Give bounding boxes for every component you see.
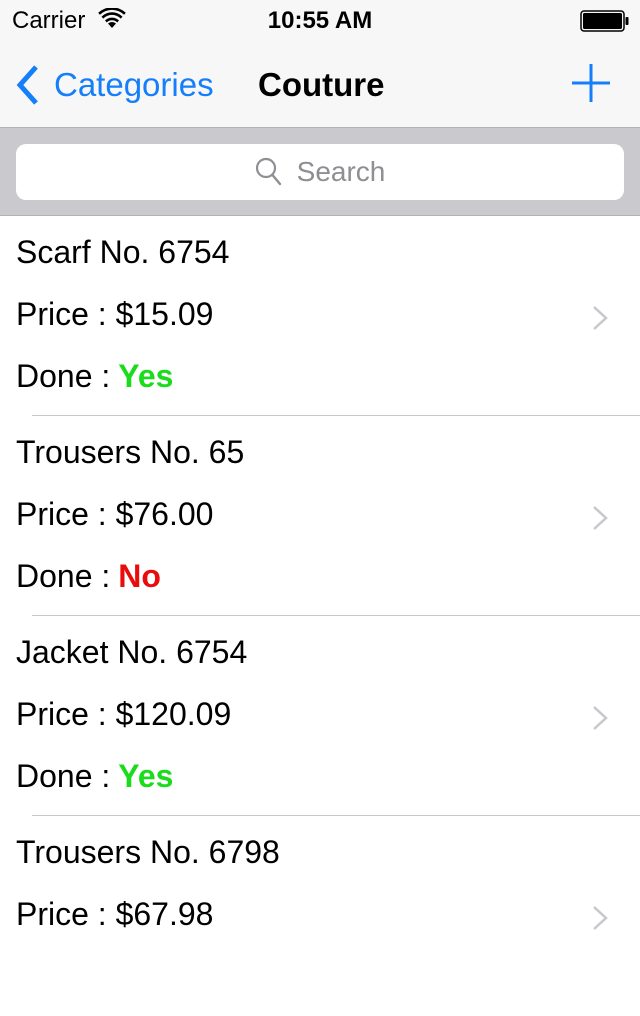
item-done: Done : No (16, 558, 161, 595)
item-list: Scarf No. 6754 Price : $15.09 Done : Yes … (0, 216, 640, 1016)
list-item[interactable]: Trousers No. 6798 Price : $67.98 (0, 816, 640, 1016)
done-label: Done : (16, 558, 111, 594)
navigation-bar: Categories Couture (0, 40, 640, 128)
done-status-badge: Yes (118, 758, 174, 794)
item-title: Scarf No. 6754 (16, 234, 230, 270)
done-status-badge: No (118, 558, 161, 594)
item-price: Price : $15.09 (16, 296, 214, 332)
plus-icon[interactable] (570, 62, 612, 104)
search-icon (255, 157, 281, 186)
search-bar: Search (0, 128, 640, 216)
chevron-right-icon (593, 706, 608, 730)
back-button-label: Categories (54, 66, 214, 103)
search-placeholder: Search (296, 156, 386, 187)
chevron-left-icon (16, 65, 38, 105)
item-price: Price : $67.98 (16, 896, 214, 932)
item-done: Done : Yes (16, 358, 173, 395)
back-button[interactable]: Categories (14, 62, 214, 108)
item-title: Trousers No. 6798 (16, 834, 280, 870)
list-item[interactable]: Jacket No. 6754 Price : $120.09 Done : Ye… (0, 616, 640, 816)
item-price: Price : $76.00 (16, 496, 214, 532)
chevron-right-icon (593, 506, 608, 530)
page-title: Couture (258, 66, 385, 103)
item-done: Done : Yes (16, 758, 173, 795)
done-label: Done : (16, 358, 111, 394)
done-status-badge: Yes (118, 358, 174, 394)
list-item[interactable]: Trousers No. 65 Price : $76.00 Done : No (0, 416, 640, 616)
item-price: Price : $120.09 (16, 696, 232, 732)
item-title: Trousers No. 65 (16, 434, 245, 470)
status-time: 10:55 AM (267, 7, 373, 34)
status-bar: Carrier 10:55 AM (0, 0, 640, 40)
item-title: Jacket No. 6754 (16, 634, 248, 670)
battery-full-icon (580, 10, 629, 32)
done-label: Done : (16, 758, 111, 794)
chevron-right-icon (593, 906, 608, 930)
search-input[interactable]: Search (16, 144, 624, 200)
chevron-right-icon (593, 306, 608, 330)
list-item[interactable]: Scarf No. 6754 Price : $15.09 Done : Yes (0, 216, 640, 416)
